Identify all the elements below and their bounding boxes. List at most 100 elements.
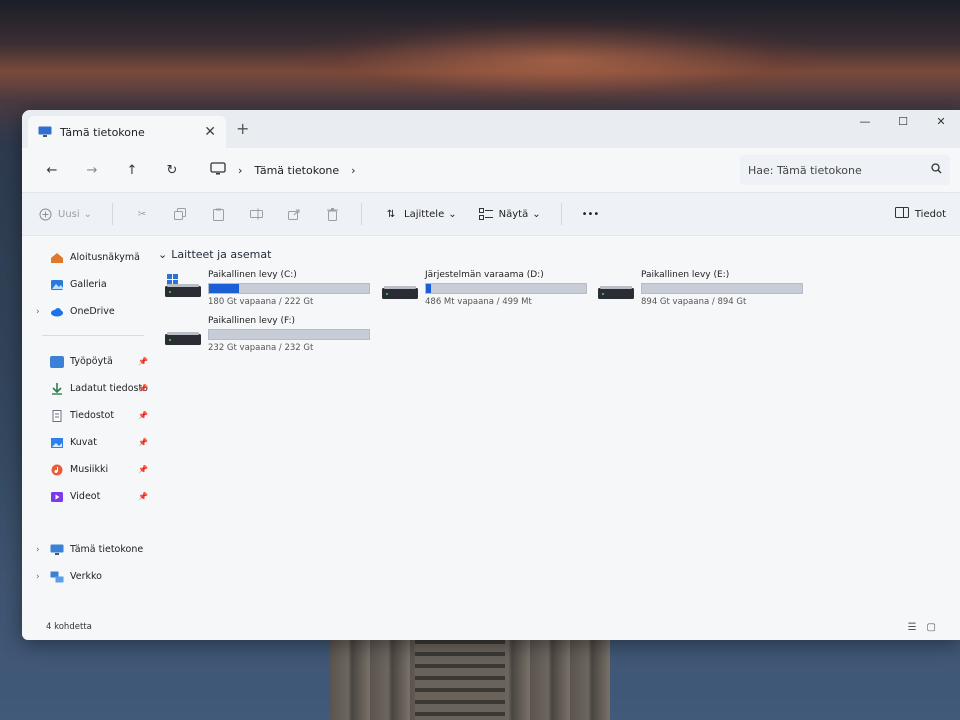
details-pane-icon xyxy=(894,207,909,221)
more-options-button[interactable]: ••• xyxy=(582,209,600,220)
command-bar: Uusi ⌄ ✂ ⇅ Lajittele ⌄ Näytä ⌄ ••• Tiedo… xyxy=(22,192,960,236)
divider xyxy=(560,203,562,225)
pin-icon: 📌 xyxy=(138,465,148,474)
drives-grid: Paikallinen levy (C:) 180 Gt vapaana / 22… xyxy=(158,264,960,384)
pin-icon: 📌 xyxy=(138,384,148,393)
title-bar: Tämä tietokone ✕ + — ☐ ✕ xyxy=(22,110,960,148)
sort-button[interactable]: ⇅ Lajittele ⌄ xyxy=(382,207,457,221)
copy-button[interactable] xyxy=(171,207,189,221)
share-button[interactable] xyxy=(285,207,303,221)
drive-tile-f[interactable]: Paikallinen levy (F:) 232 Gt vapaana / 23… xyxy=(164,316,374,356)
sidebar-item-gallery[interactable]: Galleria xyxy=(22,271,152,298)
drive-free-space: 232 Gt vapaana / 232 Gt xyxy=(208,343,314,353)
rename-button[interactable] xyxy=(247,207,265,221)
status-bar: 4 kohdetta ☰ ▢ xyxy=(22,614,960,640)
chevron-down-icon: ⌄ xyxy=(532,208,541,220)
pictures-icon xyxy=(50,437,64,449)
drive-usage-bar xyxy=(425,283,587,294)
new-label: Uusi xyxy=(58,208,80,220)
close-window-button[interactable]: ✕ xyxy=(922,115,960,128)
chevron-right-icon[interactable]: › xyxy=(36,545,40,555)
rename-icon xyxy=(247,207,265,221)
network-icon xyxy=(50,571,64,583)
hard-drive-icon xyxy=(382,286,418,299)
sidebar-item-home[interactable]: Aloitusnäkymä xyxy=(22,244,152,271)
divider xyxy=(42,335,144,336)
drive-name: Järjestelmän varaama (D:) xyxy=(425,270,544,280)
drive-usage-bar xyxy=(208,283,370,294)
chevron-right-icon[interactable]: › xyxy=(351,164,355,177)
cut-button[interactable]: ✂ xyxy=(133,207,151,221)
hard-drive-icon xyxy=(165,332,201,345)
item-count: 4 kohdetta xyxy=(46,622,92,632)
paste-button[interactable] xyxy=(209,207,227,221)
devices-section-header[interactable]: ⌄ Laitteet ja asemat xyxy=(158,244,960,264)
navigation-pane: Aloitusnäkymä Galleria › OneDrive Työpöy… xyxy=(22,236,152,639)
pin-icon: 📌 xyxy=(138,492,148,501)
drive-tile-e[interactable]: Paikallinen levy (E:) 894 Gt vapaana / 89… xyxy=(597,270,807,310)
main-pane: ⌄ Laitteet ja asemat Paikallinen levy (C… xyxy=(152,236,960,639)
details-button[interactable]: Tiedot xyxy=(894,207,946,221)
share-icon xyxy=(285,207,303,221)
sky-glow xyxy=(300,20,820,100)
trash-icon xyxy=(323,207,341,221)
new-button[interactable]: Uusi ⌄ xyxy=(36,207,92,221)
cloud-icon xyxy=(50,306,64,318)
maximize-button[interactable]: ☐ xyxy=(884,115,922,128)
sidebar-item-onedrive[interactable]: › OneDrive xyxy=(22,298,152,325)
chevron-right-icon[interactable]: › xyxy=(36,572,40,582)
drive-free-space: 894 Gt vapaana / 894 Gt xyxy=(641,297,747,307)
back-arrow-icon[interactable]: ← xyxy=(32,163,72,178)
drive-name: Paikallinen levy (F:) xyxy=(208,316,295,326)
up-arrow-icon[interactable]: ↑ xyxy=(112,163,152,178)
chevron-down-icon: ⌄ xyxy=(448,208,457,220)
scissors-icon: ✂ xyxy=(137,208,147,220)
refresh-icon[interactable]: ↻ xyxy=(152,163,192,178)
chevron-down-icon: ⌄ xyxy=(158,247,168,261)
sort-icon: ⇅ xyxy=(386,208,396,220)
sidebar-item-videos[interactable]: Videot 📌 xyxy=(22,483,152,510)
view-button[interactable]: Näytä ⌄ xyxy=(477,207,541,221)
drive-tile-d[interactable]: Järjestelmän varaama (D:) 486 Mt vapaana … xyxy=(381,270,591,310)
sidebar-item-desktop[interactable]: Työpöytä 📌 xyxy=(22,348,152,375)
forward-arrow-icon[interactable]: → xyxy=(72,163,112,178)
drive-name: Paikallinen levy (E:) xyxy=(641,270,730,280)
new-tab-button[interactable]: + xyxy=(236,119,249,138)
sidebar-item-downloads[interactable]: Ladatut tiedosto 📌 xyxy=(22,375,152,402)
tab-this-pc[interactable]: Tämä tietokone ✕ xyxy=(28,116,226,148)
tiles-view-icon[interactable]: ▢ xyxy=(927,622,936,633)
drive-usage-bar xyxy=(208,329,370,340)
view-label: Näytä xyxy=(498,208,529,220)
chevron-right-icon: › xyxy=(238,163,243,177)
clipboard-icon xyxy=(209,207,227,221)
wallpaper-stairs xyxy=(415,640,505,720)
sidebar-item-documents[interactable]: Tiedostot 📌 xyxy=(22,402,152,429)
sidebar-item-network[interactable]: › Verkko xyxy=(22,563,152,590)
computer-icon xyxy=(38,123,52,142)
divider xyxy=(361,203,363,225)
breadcrumb-item[interactable]: Tämä tietokone xyxy=(254,164,339,177)
documents-icon xyxy=(50,409,64,422)
search-input[interactable]: Hae: Tämä tietokone xyxy=(740,155,950,185)
hard-drive-icon xyxy=(598,286,634,299)
drive-tile-c[interactable]: Paikallinen levy (C:) 180 Gt vapaana / 22… xyxy=(164,270,374,310)
gallery-icon xyxy=(50,279,64,291)
delete-button[interactable] xyxy=(323,207,341,221)
breadcrumb[interactable]: › Tämä tietokone › xyxy=(204,155,734,185)
file-explorer-window: Tämä tietokone ✕ + — ☐ ✕ ← → ↑ ↻ › Tämä … xyxy=(22,110,960,640)
sidebar-item-this-pc[interactable]: › Tämä tietokone xyxy=(22,536,152,563)
computer-icon xyxy=(50,544,64,556)
sidebar-item-music[interactable]: Musiikki 📌 xyxy=(22,456,152,483)
pin-icon: 📌 xyxy=(138,411,148,420)
sidebar-item-label: Työpöytä xyxy=(70,356,113,367)
hard-drive-icon xyxy=(165,274,201,297)
drive-usage-bar xyxy=(641,283,803,294)
copy-icon xyxy=(171,207,189,221)
details-view-icon[interactable]: ☰ xyxy=(908,622,917,633)
sidebar-item-label: OneDrive xyxy=(70,306,115,317)
minimize-button[interactable]: — xyxy=(846,115,884,128)
sidebar-item-label: Videot xyxy=(70,491,101,502)
chevron-right-icon[interactable]: › xyxy=(36,307,40,317)
close-tab-icon[interactable]: ✕ xyxy=(204,124,216,140)
sidebar-item-pictures[interactable]: Kuvat 📌 xyxy=(22,429,152,456)
